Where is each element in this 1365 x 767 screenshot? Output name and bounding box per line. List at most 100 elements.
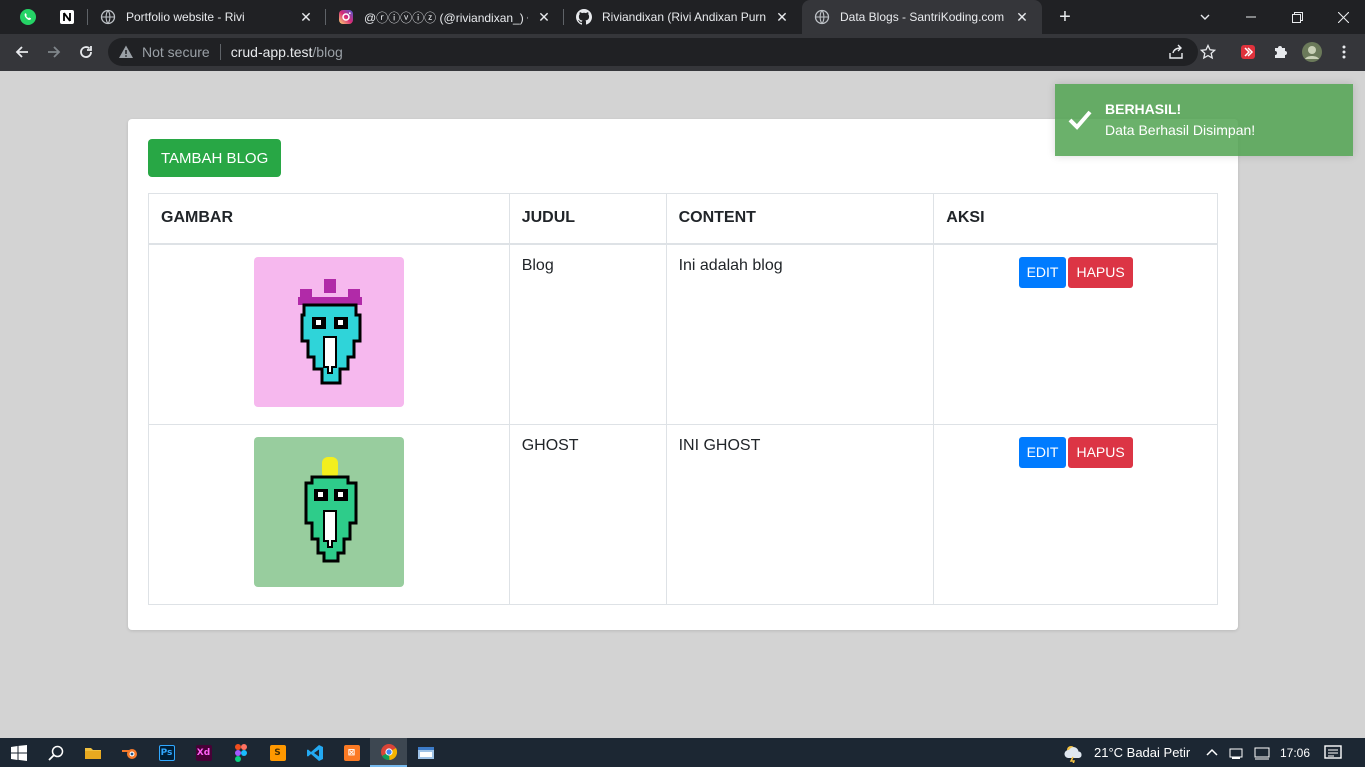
taskbar-chrome[interactable] (370, 738, 407, 767)
clock[interactable]: 17:06 (1280, 738, 1310, 767)
url-host: crud-app.test (230, 44, 313, 60)
blog-image (253, 436, 404, 587)
extensions-button[interactable] (1269, 41, 1291, 63)
network-icon (1229, 748, 1243, 759)
weather-widget[interactable]: 21°C Badai Petir (1063, 738, 1190, 767)
address-bar[interactable]: Not secure crud-app.test/blog (108, 38, 1198, 66)
tab-instagram[interactable]: @ⓡⓘⓥⓘⓩ (@riviandixan_) • Instagram ✕ (326, 0, 564, 34)
delete-button[interactable]: HAPUS (1068, 436, 1133, 468)
share-button[interactable] (1165, 41, 1187, 63)
blog-table: GAMBAR JUDUL CONTENT AKSI Blog Ini adala… (148, 193, 1218, 605)
forward-button[interactable] (40, 38, 68, 66)
pinned-tab-whatsapp[interactable] (9, 0, 47, 34)
tab-search-button[interactable] (1182, 0, 1228, 34)
delete-button[interactable]: HAPUS (1068, 256, 1133, 288)
edit-button[interactable]: EDIT (1018, 436, 1067, 468)
header-content: CONTENT (665, 193, 935, 245)
taskbar-window-app[interactable] (407, 738, 444, 767)
close-icon[interactable]: ✕ (298, 9, 314, 25)
instagram-icon (338, 9, 354, 25)
search-icon (47, 745, 63, 761)
tab-data-blogs[interactable]: Data Blogs - SantriKoding.com ✕ (802, 0, 1042, 34)
profile-button[interactable] (1301, 41, 1323, 63)
tab-title: @ⓡⓘⓥⓘⓩ (@riviandixan_) • Instagram (364, 10, 528, 25)
table-row: Blog Ini adalah blog EDIT HAPUS (148, 243, 1218, 425)
blender-icon (121, 748, 137, 759)
tab-title: Data Blogs - SantriKoding.com (840, 10, 1005, 24)
extension-button[interactable] (1237, 41, 1259, 63)
menu-button[interactable] (1333, 41, 1355, 63)
taskbar-blender[interactable] (111, 738, 148, 767)
share-icon (1169, 44, 1183, 59)
url-path: /blog (312, 44, 343, 60)
whatsapp-icon (20, 9, 36, 25)
blog-image (253, 256, 404, 407)
star-icon (1200, 44, 1216, 60)
blog-card: TAMBAH BLOG GAMBAR JUDUL CONTENT AKSI Bl… (128, 119, 1238, 630)
arrow-left-icon (15, 46, 28, 58)
volume-tray[interactable] (1254, 738, 1270, 767)
pinned-tab-notion[interactable] (48, 0, 86, 34)
tab-strip: Portfolio website - Rivi ✕ @ⓡⓘⓥⓘⓩ (@rivi… (0, 0, 1365, 34)
table-header-row: GAMBAR JUDUL CONTENT AKSI (148, 193, 1218, 245)
photoshop-icon: Ps (158, 744, 175, 761)
start-button[interactable] (0, 738, 37, 767)
add-blog-button[interactable]: TAMBAH BLOG (148, 139, 282, 177)
figma-icon (234, 743, 247, 762)
notification-center[interactable] (1324, 738, 1342, 767)
extension-red-icon (1241, 45, 1255, 59)
edit-button[interactable]: EDIT (1018, 256, 1067, 288)
tab-title: Riviandixan (Rivi Andixan Purnadi) (602, 10, 766, 24)
toast-title: BERHASIL! (1105, 101, 1182, 117)
close-icon[interactable]: ✕ (1014, 9, 1030, 25)
taskbar-file-explorer[interactable] (74, 738, 111, 767)
network-tray[interactable] (1229, 738, 1245, 767)
clock-time: 17:06 (1280, 745, 1311, 760)
puzzle-icon (1275, 46, 1287, 58)
tab-portfolio[interactable]: Portfolio website - Rivi ✕ (88, 0, 326, 34)
display-icon (1254, 747, 1270, 759)
taskbar-sublime[interactable]: S (259, 738, 296, 767)
content-cell: Ini adalah blog (665, 243, 935, 425)
arrow-right-icon (48, 46, 61, 58)
bookmark-button[interactable] (1197, 41, 1219, 63)
new-tab-button[interactable]: + (1053, 5, 1077, 29)
kebab-menu-icon (1342, 45, 1346, 59)
search-button[interactable] (37, 738, 74, 767)
success-toast[interactable]: BERHASIL! Data Berhasil Disimpan! (1055, 84, 1353, 156)
adobe-xd-icon: Xd (195, 744, 212, 761)
restore-icon (1291, 11, 1303, 23)
toast-text: BERHASIL! Data Berhasil Disimpan! (1105, 99, 1255, 141)
security-label[interactable]: Not secure (142, 44, 210, 60)
folder-icon (84, 747, 101, 759)
content-cell: INI GHOST (665, 423, 935, 605)
omnibox-divider (219, 44, 221, 60)
creature-illustration (297, 278, 362, 384)
tab-github[interactable]: Riviandixan (Rivi Andixan Purnadi) ✕ (564, 0, 802, 34)
toast-message: Data Berhasil Disimpan! (1105, 122, 1256, 138)
header-gambar: GAMBAR (148, 193, 510, 245)
chevron-up-icon (1206, 748, 1218, 756)
taskbar-xampp[interactable]: ⊠ (333, 738, 370, 767)
restore-button[interactable] (1274, 0, 1320, 34)
checkmark-icon (1055, 84, 1105, 156)
taskbar-vscode[interactable] (296, 738, 333, 767)
close-icon[interactable]: ✕ (536, 9, 552, 25)
minimize-button[interactable] (1228, 0, 1274, 34)
aksi-cell: EDIT HAPUS (933, 243, 1218, 425)
reload-button[interactable] (72, 38, 100, 66)
avatar (1302, 42, 1322, 62)
judul-cell: Blog (508, 243, 667, 425)
globe-icon (100, 9, 116, 25)
show-hidden-icons[interactable] (1205, 738, 1219, 767)
close-icon[interactable]: ✕ (774, 9, 790, 25)
taskbar-figma[interactable] (222, 738, 259, 767)
back-button[interactable] (8, 38, 36, 66)
close-window-button[interactable] (1320, 0, 1365, 34)
taskbar-adobe-xd[interactable]: Xd (185, 738, 222, 767)
header-aksi: AKSI (933, 193, 1218, 245)
taskbar-photoshop[interactable]: Ps (148, 738, 185, 767)
header-judul: JUDUL (508, 193, 667, 245)
tab-title: Portfolio website - Rivi (126, 10, 245, 24)
weather-text: 21°C Badai Petir (1094, 745, 1191, 760)
